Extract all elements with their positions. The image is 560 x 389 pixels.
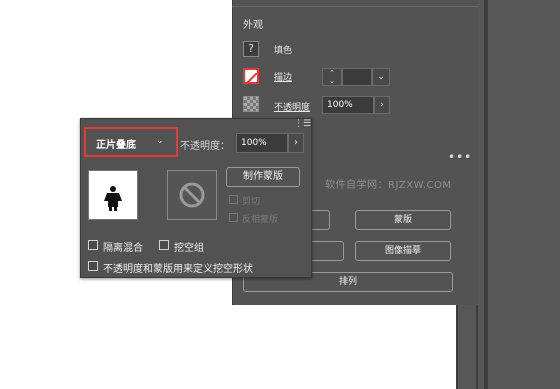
make-mask-button[interactable]: 制作蒙版 [226, 167, 300, 187]
watermark-text: 软件自学网：RJZXW.COM [325, 180, 452, 191]
opacity-label: 不透明度： [180, 141, 230, 152]
image-trace-button[interactable]: 图像描摹 [355, 241, 451, 261]
checkerboard-opacity-icon[interactable] [243, 96, 259, 112]
opacity-mask-knockout-checkbox[interactable] [88, 261, 98, 271]
chevron-down-icon[interactable]: ⌄ [329, 77, 335, 85]
stroke-weight-stepper[interactable]: ⌃ ⌄ [322, 68, 342, 86]
chevron-right-icon[interactable]: › [288, 133, 304, 153]
divider [476, 305, 478, 389]
mask-thumbnail[interactable] [167, 170, 217, 220]
scrollbar-area[interactable] [456, 305, 478, 389]
fill-label: 填色 [274, 46, 293, 56]
right-dock [478, 0, 560, 389]
chevron-up-icon[interactable]: ⌃ [329, 69, 335, 77]
stroke-weight-input[interactable] [342, 68, 372, 86]
opacity-input[interactable]: 100% [236, 133, 288, 153]
invert-mask-label: 反相蒙版 [242, 215, 279, 225]
chevron-right-icon[interactable]: › [374, 96, 390, 114]
knockout-group-label: 挖空组 [174, 243, 204, 254]
opacity-input[interactable]: 100% [322, 96, 374, 114]
opacity-label[interactable]: 不透明度 [274, 100, 310, 113]
slash-icon [244, 72, 258, 86]
mask-button[interactable]: 蒙版 [355, 210, 451, 230]
more-options-icon[interactable]: ••• [448, 150, 472, 164]
dock-divider [484, 0, 488, 389]
clip-checkbox[interactable] [229, 195, 238, 204]
opacity-mask-knockout-label: 不透明度和蒙版用来定义挖空形状 [103, 264, 253, 275]
chevron-down-icon[interactable]: ⌄ [372, 68, 390, 86]
invert-mask-checkbox[interactable] [229, 213, 238, 222]
no-stroke-swatch-icon[interactable] [243, 68, 259, 86]
divider [456, 305, 458, 389]
divider [232, 6, 478, 7]
isolate-blending-checkbox[interactable] [88, 240, 98, 250]
blend-mode-value[interactable]: 正片叠底 [96, 136, 136, 151]
isolate-blending-label: 隔离混合 [103, 243, 143, 254]
figure-icon [104, 186, 122, 211]
clip-label: 剪切 [242, 197, 261, 207]
knockout-group-checkbox[interactable] [159, 240, 169, 250]
layer-thumbnail[interactable] [88, 170, 138, 220]
question-mark-icon[interactable]: ? [243, 41, 259, 57]
hamburger-menu-icon[interactable]: ⋮☰ [294, 120, 311, 129]
prohibited-icon [179, 182, 205, 208]
chevron-down-icon[interactable]: ⌄ [156, 136, 164, 146]
appearance-section-title: 外观 [243, 20, 263, 31]
stroke-label[interactable]: 描边 [274, 70, 292, 83]
